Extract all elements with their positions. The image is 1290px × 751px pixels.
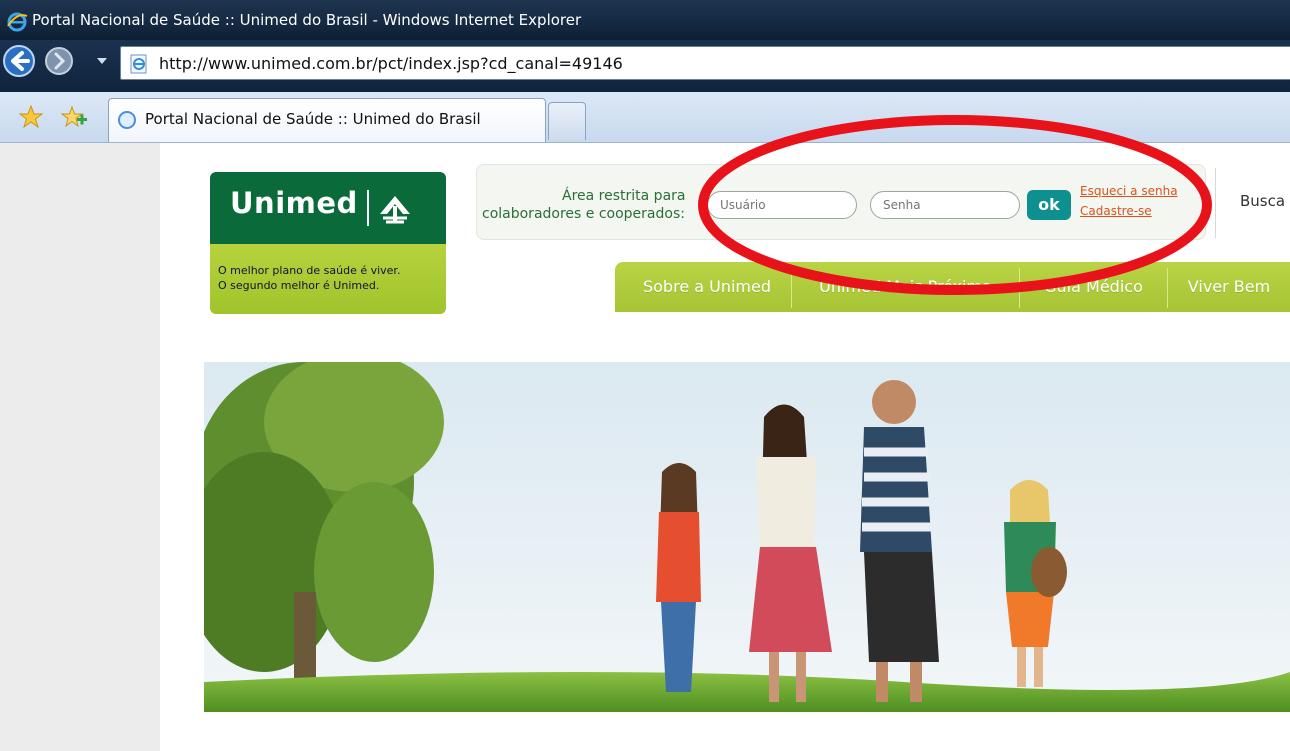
address-bar[interactable]: http://www.unimed.com.br/pct/index.jsp?c… bbox=[120, 46, 1290, 80]
annotation-red-circle bbox=[698, 115, 1212, 295]
forward-button-icon[interactable] bbox=[44, 46, 74, 76]
hero-family-image bbox=[204, 362, 1290, 712]
login-label-line1: Área restrita para bbox=[562, 188, 686, 204]
add-to-favorites-icon[interactable] bbox=[60, 104, 88, 130]
new-tab-button[interactable] bbox=[548, 102, 586, 140]
logo-tagline-line2: O segundo melhor é Unimed. bbox=[218, 279, 380, 292]
logo-separator bbox=[367, 190, 369, 226]
back-button-icon[interactable] bbox=[2, 44, 36, 78]
window-titlebar: Portal Nacional de Saúde :: Unimed do Br… bbox=[0, 0, 1290, 40]
address-url[interactable]: http://www.unimed.com.br/pct/index.jsp?c… bbox=[159, 54, 623, 73]
tab-unimed-portal[interactable]: Portal Nacional de Saúde :: Unimed do Br… bbox=[108, 98, 546, 142]
search-label: Busca bbox=[1240, 192, 1286, 210]
logo-brand-area: Unimed bbox=[210, 172, 446, 244]
logo-tagline-area: O melhor plano de saúde é viver. O segun… bbox=[210, 244, 446, 314]
navigation-bar: http://www.unimed.com.br/pct/index.jsp?c… bbox=[0, 40, 1290, 92]
recent-pages-dropdown-icon[interactable] bbox=[96, 56, 108, 66]
favorites-star-icon[interactable] bbox=[18, 104, 44, 130]
page-left-margin bbox=[0, 143, 160, 751]
window-title: Portal Nacional de Saúde :: Unimed do Br… bbox=[32, 11, 582, 29]
page-icon bbox=[130, 54, 147, 74]
search-divider bbox=[1215, 168, 1216, 238]
unimed-logo[interactable]: Unimed O melhor plano de saúde é viver. … bbox=[210, 172, 446, 314]
loading-page-icon bbox=[118, 111, 136, 129]
logo-brand-text: Unimed bbox=[230, 186, 358, 220]
tab-label: Portal Nacional de Saúde :: Unimed do Br… bbox=[145, 110, 481, 128]
internet-explorer-icon bbox=[7, 12, 28, 32]
logo-tagline-line1: O melhor plano de saúde é viver. bbox=[218, 264, 401, 277]
unimed-symbol-icon bbox=[380, 196, 410, 224]
login-label-line2: colaboradores e cooperados: bbox=[482, 206, 685, 222]
